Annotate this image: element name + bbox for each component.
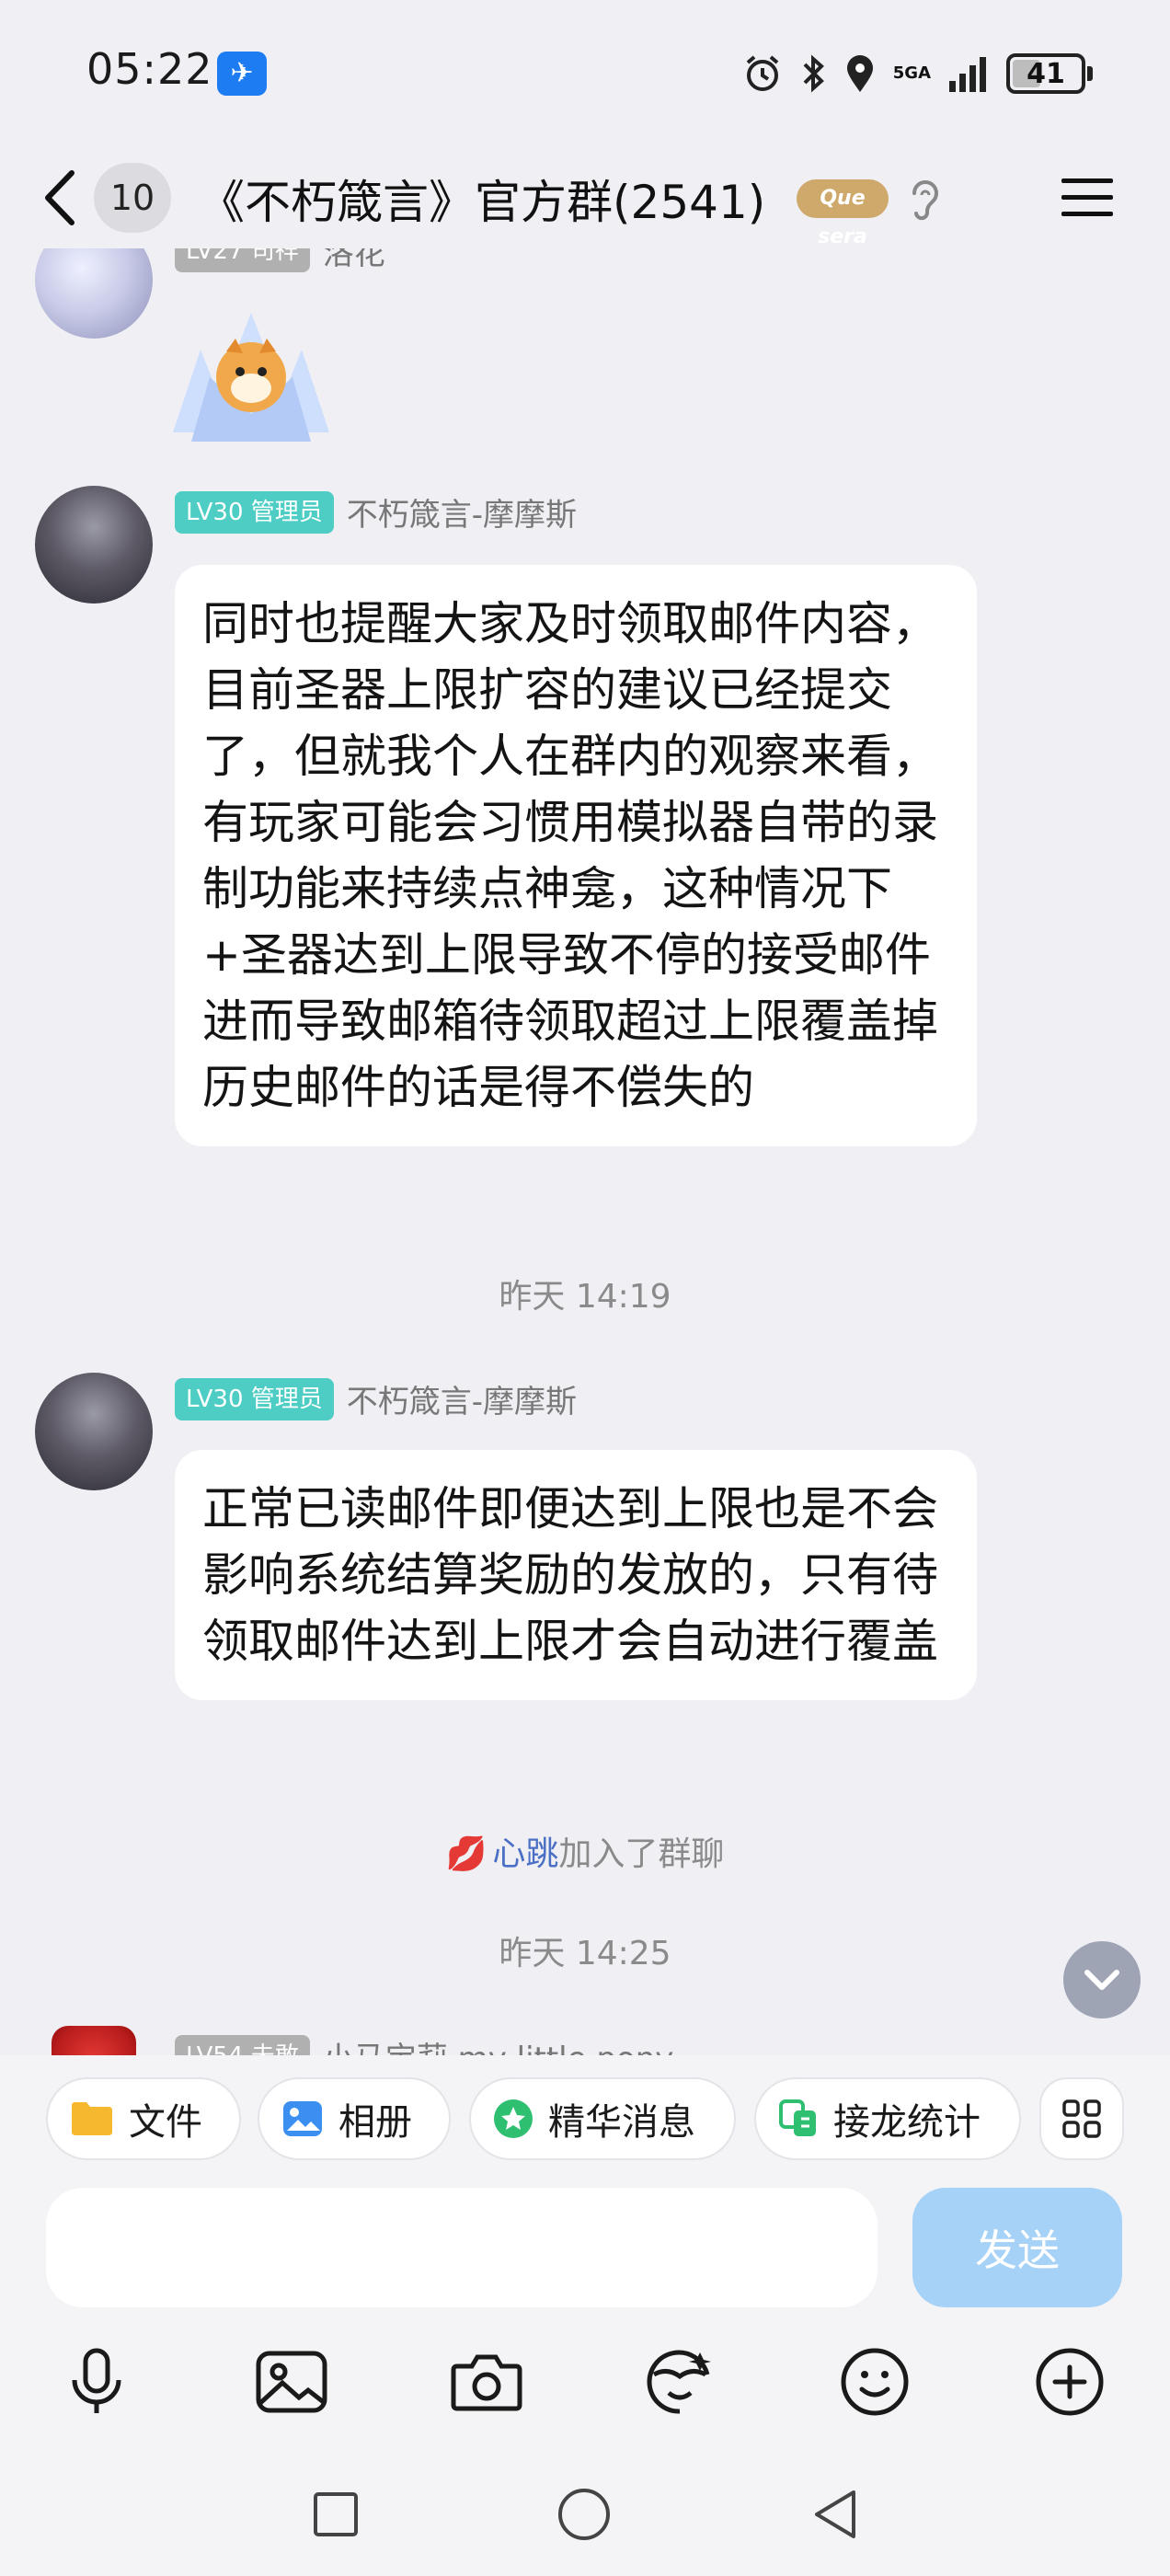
- system-navigation-bar: [0, 2451, 1170, 2576]
- quick-action-album[interactable]: 相册: [258, 2077, 451, 2160]
- recents-icon: [314, 2492, 358, 2536]
- grid-icon: [1062, 2099, 1101, 2138]
- lips-icon: 💋: [445, 1835, 488, 1873]
- status-time: 05:22: [86, 44, 213, 94]
- sticker-button[interactable]: [638, 2340, 721, 2423]
- quick-action-file[interactable]: 文件: [46, 2077, 241, 2160]
- sender-name[interactable]: 不朽箴言-摩摩斯: [347, 1376, 577, 1421]
- unread-count-badge[interactable]: 10: [94, 163, 171, 233]
- sticker-icon: [647, 2350, 711, 2414]
- album-icon: [283, 2101, 322, 2136]
- signal-icon: [949, 57, 986, 92]
- message-bubble[interactable]: 同时也提醒大家及时领取邮件内容，目前圣器上限扩容的建议已经提交了，但就我个人在群…: [175, 565, 977, 1146]
- message-sender: LV30 管理员 不朽箴言-摩摩斯: [175, 1376, 577, 1421]
- join-suffix: 加入了群聊: [558, 1835, 725, 1873]
- ear-icon[interactable]: [905, 175, 946, 223]
- microphone-button[interactable]: [55, 2340, 138, 2423]
- camera-button[interactable]: [445, 2340, 528, 2423]
- sender-name[interactable]: 洛花: [323, 248, 385, 273]
- quick-action-label: 文件: [129, 2101, 202, 2144]
- avatar[interactable]: [35, 1373, 153, 1490]
- emoji-icon: [841, 2348, 909, 2416]
- back-icon[interactable]: [35, 167, 90, 228]
- input-toolbar: [0, 2313, 1170, 2451]
- star-icon: [494, 2099, 533, 2138]
- page-title[interactable]: 《不朽箴言》官方群(2541): [199, 166, 765, 232]
- home-icon: [558, 2489, 610, 2540]
- battery-level: 41: [1027, 57, 1065, 90]
- microphone-icon: [72, 2348, 121, 2413]
- joined-user-name[interactable]: 心跳: [492, 1835, 558, 1873]
- image-button[interactable]: [250, 2340, 333, 2423]
- quick-action-bar: 文件 相册 精华消息 接龙统计: [0, 2055, 1170, 2175]
- back-nav-button[interactable]: [802, 2482, 866, 2547]
- camera-icon: [451, 2354, 522, 2411]
- send-button[interactable]: 发送: [912, 2188, 1122, 2307]
- sticker-image[interactable]: [155, 294, 348, 451]
- quick-action-label: 精华消息: [548, 2101, 695, 2144]
- level-tag: LV54 未敢: [175, 2034, 310, 2055]
- emoji-button[interactable]: [833, 2340, 916, 2423]
- time-divider: 昨天 14:25: [499, 1935, 671, 1972]
- sender-name[interactable]: 小马宝莉 my little pony: [323, 2033, 674, 2055]
- message-input[interactable]: [46, 2188, 878, 2307]
- sender-name[interactable]: 不朽箴言-摩摩斯: [347, 489, 577, 535]
- battery-icon: 41: [1006, 53, 1093, 94]
- message-sender: LV54 未敢 小马宝莉 my little pony: [175, 2033, 673, 2055]
- alarm-icon: [746, 55, 779, 91]
- system-join-notice: 💋 心跳加入了群聊: [0, 1827, 1170, 1875]
- level-tag: LV27 司祥: [175, 248, 310, 272]
- network-label: 5GA: [892, 63, 931, 83]
- chain-icon: [779, 2099, 816, 2136]
- status-icons: 5GA 41: [742, 48, 1093, 99]
- quick-action-essence[interactable]: 精华消息: [469, 2077, 736, 2160]
- level-tag: LV30 管理员: [175, 1377, 334, 1420]
- more-apps-button[interactable]: [1039, 2077, 1124, 2160]
- quick-action-label: 相册: [338, 2101, 412, 2144]
- plus-icon: [1036, 2348, 1104, 2416]
- bluetooth-icon: [803, 54, 824, 93]
- quick-action-chain[interactable]: 接龙统计: [754, 2077, 1021, 2160]
- chat-message-list[interactable]: LV27 司祥 洛花 LV30 管理员 不朽箴言-摩摩斯 同时也提醒大家及时领取…: [0, 248, 1170, 2055]
- avatar[interactable]: [52, 2026, 136, 2055]
- recents-button[interactable]: [304, 2482, 368, 2547]
- plus-button[interactable]: [1028, 2340, 1111, 2423]
- scroll-to-bottom-button[interactable]: [1063, 1941, 1141, 2018]
- group-title-badge: Que sera: [797, 179, 889, 248]
- folder-icon: [72, 2102, 112, 2135]
- message-sender: LV30 管理员 不朽箴言-摩摩斯: [175, 489, 577, 535]
- location-icon: [846, 55, 873, 92]
- message-bubble[interactable]: 正常已读邮件即便达到上限也是不会影响系统结算奖励的发放的，只有待领取邮件达到上限…: [175, 1450, 977, 1700]
- time-divider: 昨天 14:19: [499, 1278, 671, 1316]
- message-sender: LV27 司祥 洛花: [175, 248, 385, 273]
- avatar[interactable]: [35, 486, 153, 604]
- app-icon: ✈: [217, 52, 267, 96]
- menu-icon[interactable]: [1058, 173, 1117, 221]
- status-bar: 05:22 ✈ 5GA 41: [0, 0, 1170, 147]
- image-icon: [256, 2351, 327, 2413]
- quick-action-label: 接龙统计: [833, 2101, 981, 2144]
- avatar[interactable]: [35, 248, 153, 339]
- level-tag: LV30 管理员: [175, 490, 334, 534]
- back-nav-icon: [815, 2490, 855, 2538]
- message-input-row: 发送: [0, 2175, 1170, 2313]
- home-button[interactable]: [552, 2482, 616, 2547]
- chevron-down-icon: [1084, 1970, 1119, 1990]
